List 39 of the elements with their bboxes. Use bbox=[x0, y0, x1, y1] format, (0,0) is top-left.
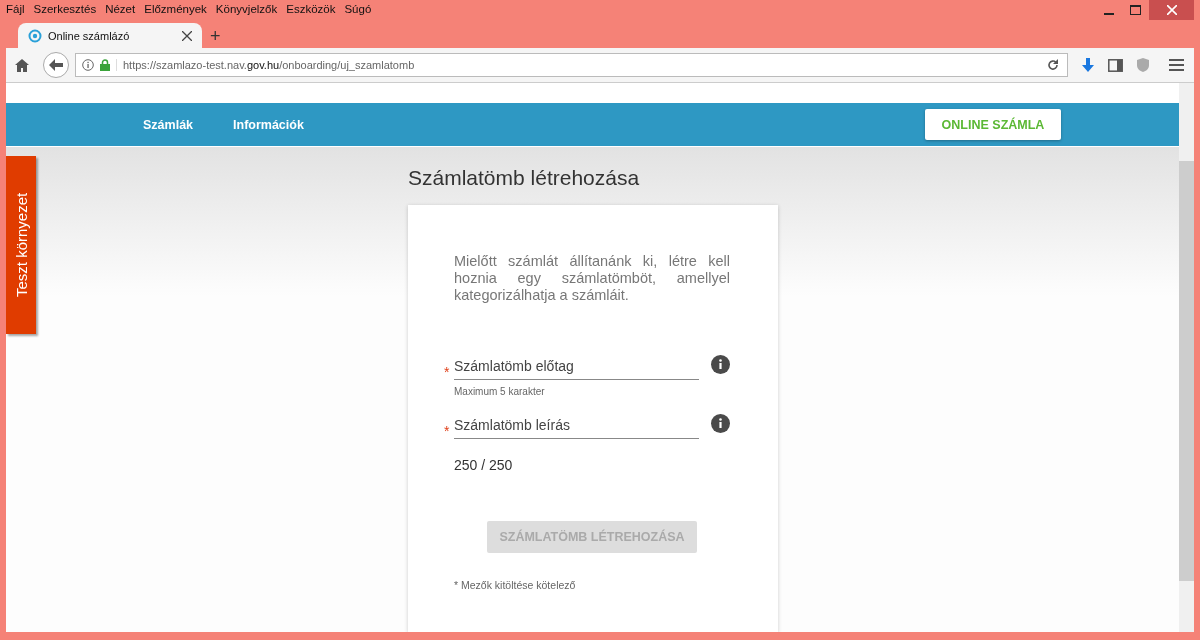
address-bar[interactable]: https://szamlazo-test.nav.gov.hu/onboarding/uj_szamlatomb bbox=[75, 53, 1068, 77]
close-button[interactable] bbox=[1149, 0, 1194, 20]
site-icon bbox=[28, 28, 42, 43]
intro-text: Mielőtt számlát állítanánk ki, létre kell hoznia egy számlatömböt, amellyel kategorizálhatja a számláit. bbox=[454, 253, 730, 304]
download-icon[interactable] bbox=[1082, 58, 1094, 72]
back-arrow-icon bbox=[49, 59, 63, 71]
new-tab-button[interactable]: + bbox=[210, 24, 221, 48]
menu-item[interactable]: Súgó bbox=[344, 3, 372, 15]
info-icon[interactable] bbox=[82, 59, 94, 71]
scrollbar-thumb[interactable] bbox=[1179, 161, 1194, 581]
required-mark: * bbox=[444, 423, 450, 439]
close-tab-button[interactable] bbox=[182, 30, 192, 41]
menu-icon[interactable] bbox=[1169, 59, 1184, 71]
maximize-icon bbox=[1130, 5, 1141, 15]
close-icon bbox=[1166, 5, 1177, 15]
menu-item[interactable]: Könyvjelzők bbox=[215, 3, 278, 15]
tab-title: Online számlázó bbox=[48, 29, 131, 42]
required-mark: * bbox=[444, 364, 450, 380]
reload-icon[interactable] bbox=[1047, 59, 1059, 71]
helper-text: Maximum 5 karakter bbox=[454, 386, 546, 397]
footnote-text: * Mezők kitöltése kötelező bbox=[454, 579, 577, 591]
url-text: https://szamlazo-test.nav.gov.hu/onboarding/uj_szamlatomb bbox=[116, 59, 1041, 71]
menu-item[interactable]: Előzmények bbox=[144, 3, 207, 15]
menu-item[interactable]: Fájl bbox=[6, 3, 25, 15]
menu-item[interactable]: Szerkesztés bbox=[33, 3, 97, 15]
info-icon[interactable] bbox=[711, 355, 730, 374]
info-icon[interactable] bbox=[711, 414, 730, 433]
lock-icon bbox=[100, 59, 110, 71]
character-counter: 250 / 250 bbox=[454, 457, 514, 473]
back-button[interactable] bbox=[43, 52, 69, 78]
test-environment-tab[interactable]: Teszt környezet bbox=[6, 156, 36, 334]
menu-item[interactable]: Nézet bbox=[105, 3, 136, 15]
sidebar-icon[interactable] bbox=[1108, 58, 1123, 72]
scrollbar[interactable] bbox=[1179, 83, 1194, 632]
home-icon[interactable] bbox=[15, 58, 29, 72]
browser-tab[interactable]: Online számlázó bbox=[18, 23, 202, 48]
page-title: Számlatömb létrehozása bbox=[408, 166, 641, 190]
menu-item[interactable]: Eszközök bbox=[286, 3, 336, 15]
minimize-icon bbox=[1103, 13, 1114, 15]
